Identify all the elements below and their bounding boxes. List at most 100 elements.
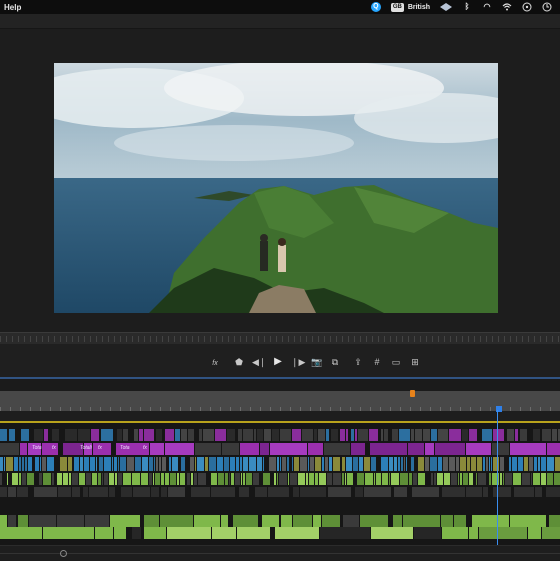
timeline-clip[interactable]	[374, 473, 375, 485]
timeline-clip[interactable]	[142, 457, 148, 471]
timeline-clip[interactable]	[20, 443, 27, 455]
timeline-clip[interactable]	[353, 457, 358, 471]
timeline-clip[interactable]	[0, 473, 2, 485]
timeline-clip[interactable]	[384, 429, 388, 441]
timeline-clip[interactable]	[483, 457, 485, 471]
timeline-clip[interactable]	[118, 473, 122, 485]
timeline-clip[interactable]	[342, 473, 344, 485]
timeline-clip[interactable]	[542, 527, 560, 539]
timeline-clip[interactable]	[91, 429, 99, 441]
timeline-clip[interactable]	[240, 443, 259, 455]
timeline-clip[interactable]	[533, 429, 540, 441]
timeline-clip[interactable]	[246, 473, 252, 485]
timeline-clip[interactable]	[411, 429, 414, 441]
timeline-clip[interactable]	[28, 457, 32, 471]
timeline-clip[interactable]	[195, 443, 221, 455]
timeline-clip[interactable]	[22, 473, 26, 485]
timeline-clip[interactable]	[466, 487, 482, 497]
timeline-clip[interactable]	[399, 429, 410, 441]
timeline-clip[interactable]	[233, 515, 258, 527]
timeline-clip[interactable]	[58, 487, 71, 497]
timeline-clip[interactable]	[141, 473, 148, 485]
timeline-clip[interactable]	[394, 457, 397, 471]
timeline-clip[interactable]	[139, 429, 143, 441]
timeline-clip[interactable]	[118, 457, 119, 471]
timeline-clip[interactable]	[90, 457, 95, 471]
playhead-line[interactable]	[497, 410, 498, 545]
marker-icon[interactable]: ⬟	[233, 356, 245, 368]
timeline-clip[interactable]	[328, 487, 351, 497]
timeline-clip[interactable]	[260, 443, 269, 455]
timeline-clip[interactable]	[272, 429, 279, 441]
timeline-clip[interactable]	[351, 443, 365, 455]
timeline-clip[interactable]	[331, 429, 338, 441]
timeline-clip[interactable]	[262, 515, 279, 527]
timeline-clip[interactable]	[531, 473, 532, 485]
timeline-clip[interactable]	[389, 457, 393, 471]
timeline-clip[interactable]	[79, 473, 85, 485]
timeline-clip[interactable]	[21, 429, 29, 441]
timeline-clip[interactable]	[318, 429, 325, 441]
timeline-clip[interactable]	[389, 473, 390, 485]
timeline-clip[interactable]	[340, 429, 345, 441]
timeline-clip[interactable]	[243, 429, 253, 441]
timeline-clip[interactable]	[438, 457, 442, 471]
timeline-clip[interactable]	[12, 473, 18, 485]
timeline-clip[interactable]	[442, 527, 468, 539]
timeline-clip[interactable]	[315, 473, 318, 485]
timeline-clip[interactable]	[522, 473, 530, 485]
timeline-clip[interactable]	[308, 443, 323, 455]
timeline-clip[interactable]	[460, 473, 462, 485]
timeline-clip[interactable]	[243, 473, 245, 485]
timeline-clip[interactable]	[42, 457, 46, 471]
timeline-clip[interactable]	[313, 515, 321, 527]
timeline-clip[interactable]	[507, 429, 514, 441]
timeline-clip[interactable]	[319, 473, 326, 485]
timeline-clip[interactable]	[8, 515, 16, 527]
timeline-clip[interactable]	[469, 473, 473, 485]
timeline-clip[interactable]	[355, 487, 363, 497]
timeline-clip[interactable]	[19, 473, 21, 485]
timeline-clip[interactable]	[493, 457, 499, 471]
timeline-clip[interactable]	[117, 429, 122, 441]
timeline-clip[interactable]	[231, 473, 234, 485]
timeline-clip[interactable]	[264, 429, 271, 441]
timeline-clip[interactable]	[292, 429, 301, 441]
timeline-clip[interactable]	[194, 515, 220, 527]
timeline-clip[interactable]	[134, 429, 138, 441]
timeline-clip[interactable]	[177, 473, 179, 485]
timeline-clip[interactable]	[325, 457, 328, 471]
timeline-clip[interactable]	[241, 473, 242, 485]
timeline-clip[interactable]	[135, 457, 141, 471]
timeline-clip[interactable]	[47, 457, 54, 471]
timeline-clip[interactable]	[115, 473, 117, 485]
timeline-clip[interactable]	[513, 473, 521, 485]
timeline-clip[interactable]	[509, 457, 511, 471]
timeline-clip[interactable]	[211, 473, 217, 485]
zoom-handle-icon[interactable]	[60, 550, 67, 557]
timeline-clip[interactable]	[547, 473, 553, 485]
timeline-clip[interactable]	[462, 429, 468, 441]
timeline-clip[interactable]	[418, 473, 425, 485]
timeline-clip[interactable]	[188, 429, 194, 441]
compare-icon[interactable]: ⧉	[329, 356, 341, 368]
timeline-clip[interactable]	[404, 457, 405, 471]
timeline-clip[interactable]	[160, 515, 193, 527]
timeline-clip[interactable]	[333, 457, 340, 471]
timeline-clip[interactable]	[437, 473, 443, 485]
timeline-clip[interactable]	[218, 473, 224, 485]
timeline-clip[interactable]	[127, 457, 134, 471]
timeline-clip[interactable]	[443, 457, 448, 471]
timeline-clip[interactable]	[161, 487, 167, 497]
timeline-clip[interactable]	[238, 429, 242, 441]
timeline-clip[interactable]	[44, 429, 48, 441]
timeline-clip[interactable]	[212, 527, 236, 539]
timeline-clip[interactable]	[293, 515, 312, 527]
timeline-clip[interactable]	[6, 457, 13, 471]
timeline-clip[interactable]	[65, 429, 77, 441]
timeline-clip[interactable]	[324, 443, 350, 455]
timeline-clip[interactable]	[168, 487, 185, 497]
timeline-clip[interactable]	[14, 457, 18, 471]
timeline-clip[interactable]	[512, 457, 517, 471]
timeline-clip[interactable]	[165, 429, 174, 441]
